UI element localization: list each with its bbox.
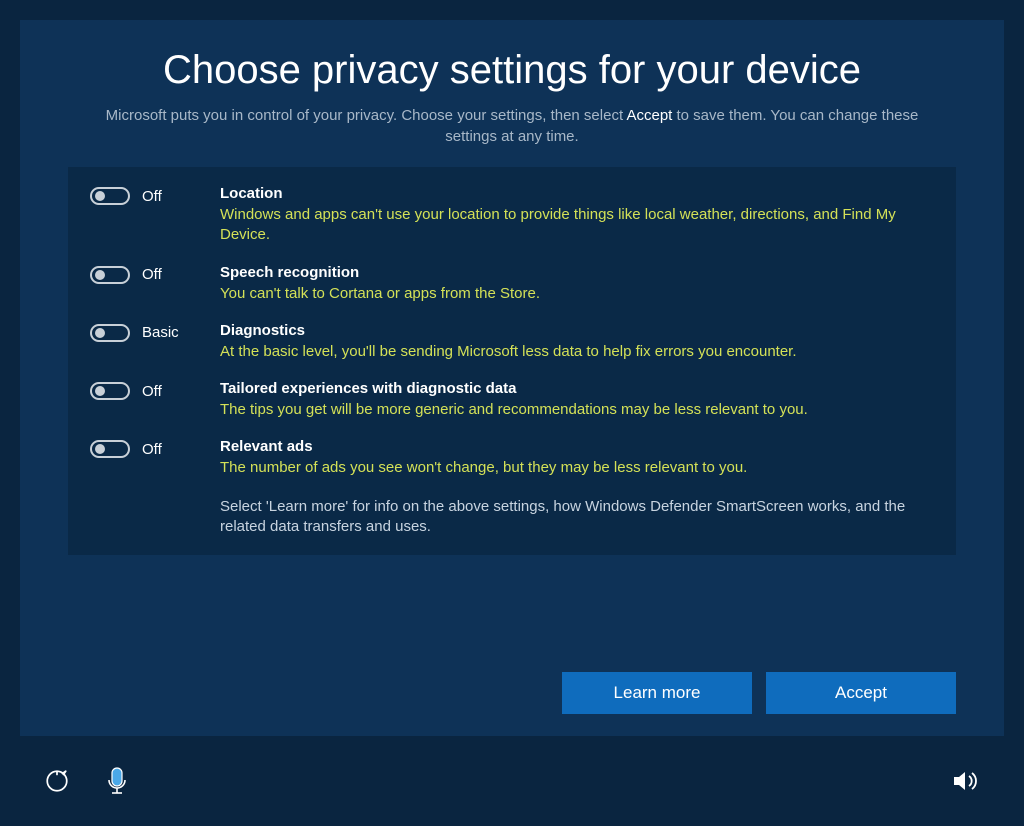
setting-tailored: Off Tailored experiences with diagnostic…	[90, 380, 928, 420]
accessibility-button[interactable]	[40, 764, 74, 798]
toggle-diagnostics[interactable]	[90, 324, 130, 342]
button-row: Learn more Accept	[562, 672, 956, 714]
toggle-speech-col: Off	[90, 264, 220, 284]
toggle-ads-col: Off	[90, 438, 220, 458]
learn-more-button[interactable]: Learn more	[562, 672, 752, 714]
setting-speech: Off Speech recognition You can't talk to…	[90, 264, 928, 304]
setting-ads-desc: The number of ads you see won't change, …	[220, 458, 928, 478]
setting-speech-desc: You can't talk to Cortana or apps from t…	[220, 284, 928, 304]
toggle-ads-label: Off	[142, 441, 162, 458]
subtitle-before: Microsoft puts you in control of your pr…	[106, 107, 627, 124]
setting-location-desc: Windows and apps can't use your location…	[220, 205, 928, 246]
main-panel: Choose privacy settings for your device …	[20, 20, 1004, 736]
toggle-tailored-label: Off	[142, 383, 162, 400]
bottom-bar	[0, 736, 1024, 826]
setting-tailored-desc: The tips you get will be more generic an…	[220, 400, 928, 420]
accessibility-icon	[44, 768, 70, 794]
setting-diagnostics-desc: At the basic level, you'll be sending Mi…	[220, 342, 928, 362]
toggle-location-label: Off	[142, 188, 162, 205]
setting-tailored-title: Tailored experiences with diagnostic dat…	[220, 380, 928, 397]
setting-ads-content: Relevant ads The number of ads you see w…	[220, 438, 928, 478]
page-subtitle: Microsoft puts you in control of your pr…	[68, 105, 956, 147]
setting-diagnostics-title: Diagnostics	[220, 322, 928, 339]
setting-speech-content: Speech recognition You can't talk to Cor…	[220, 264, 928, 304]
subtitle-strong: Accept	[626, 107, 672, 124]
accept-button[interactable]: Accept	[766, 672, 956, 714]
microphone-icon	[106, 767, 128, 795]
toggle-tailored[interactable]	[90, 382, 130, 400]
volume-button[interactable]	[948, 765, 984, 797]
setting-diagnostics: Basic Diagnostics At the basic level, yo…	[90, 322, 928, 362]
toggle-location-col: Off	[90, 185, 220, 205]
setting-ads-title: Relevant ads	[220, 438, 928, 455]
toggle-location[interactable]	[90, 187, 130, 205]
settings-footnote: Select 'Learn more' for info on the abov…	[220, 497, 928, 538]
toggle-speech-label: Off	[142, 266, 162, 283]
setting-location-content: Location Windows and apps can't use your…	[220, 185, 928, 246]
microphone-button[interactable]	[102, 763, 132, 799]
page-title: Choose privacy settings for your device	[68, 48, 956, 93]
settings-box: Off Location Windows and apps can't use …	[68, 167, 956, 555]
toggle-tailored-col: Off	[90, 380, 220, 400]
volume-icon	[952, 769, 980, 793]
toggle-diagnostics-col: Basic	[90, 322, 220, 342]
setting-speech-title: Speech recognition	[220, 264, 928, 281]
toggle-speech[interactable]	[90, 266, 130, 284]
toggle-ads[interactable]	[90, 440, 130, 458]
setting-location-title: Location	[220, 185, 928, 202]
setting-ads: Off Relevant ads The number of ads you s…	[90, 438, 928, 478]
setting-diagnostics-content: Diagnostics At the basic level, you'll b…	[220, 322, 928, 362]
toggle-diagnostics-label: Basic	[142, 324, 179, 341]
setting-tailored-content: Tailored experiences with diagnostic dat…	[220, 380, 928, 420]
setting-location: Off Location Windows and apps can't use …	[90, 185, 928, 246]
